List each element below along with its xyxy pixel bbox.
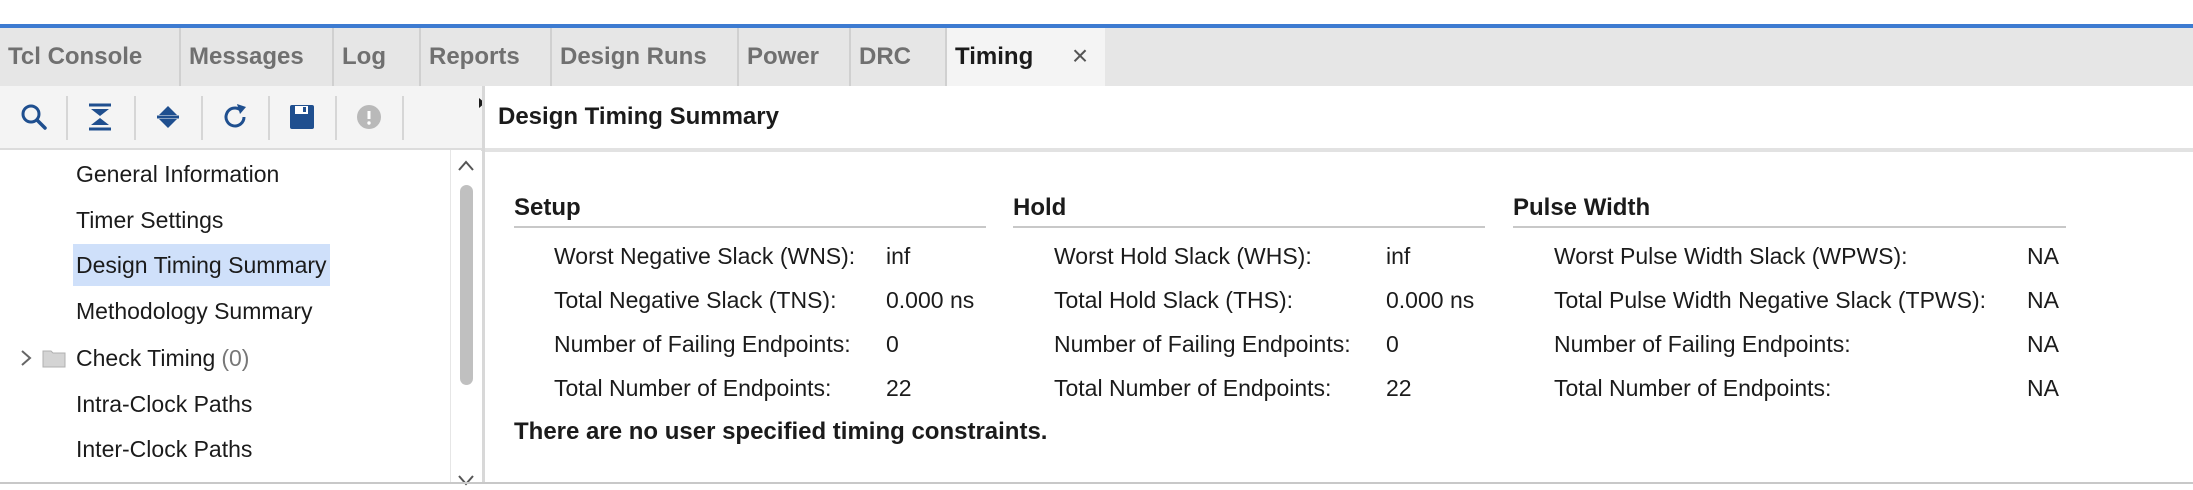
pulse-failing-value[interactable]: NA [2027, 331, 2059, 358]
tree-item-count: (0) [221, 344, 250, 371]
pulse-wpws-label: Worst Pulse Width Slack (WPWS): [1554, 243, 1908, 269]
hold-endpoints-value[interactable]: 22 [1386, 375, 1412, 402]
tree-item-methodology-summary[interactable]: Methodology Summary [73, 290, 316, 332]
stop-icon[interactable] [349, 97, 389, 137]
toolbar-separator [201, 96, 203, 140]
chevron-right-icon[interactable] [16, 348, 36, 368]
tree-item-label: Timer Settings [76, 206, 224, 233]
tab-label: DRC [859, 43, 911, 70]
tree-item-design-timing-summary[interactable]: Design Timing Summary [73, 244, 330, 286]
tab-design-runs[interactable]: Design Runs [552, 28, 739, 86]
tree-item-label: Inter-Clock Paths [76, 435, 253, 462]
tree-item-inter-clock-paths[interactable]: Inter-Clock Paths [73, 428, 255, 470]
collapse-all-icon[interactable] [80, 97, 120, 137]
timing-constraints-note: There are no user specified timing const… [514, 418, 1048, 445]
setup-tns-value[interactable]: 0.000 ns [886, 287, 974, 314]
tree-item-label: General Information [76, 160, 280, 187]
tab-label: Reports [429, 43, 520, 70]
tree-item-timer-settings[interactable]: Timer Settings [73, 199, 226, 241]
toolbar-separator [66, 96, 68, 140]
tab-timing[interactable]: Timing × [947, 28, 1105, 86]
hold-failing-label: Number of Failing Endpoints: [1054, 331, 1351, 357]
hold-endpoints-label: Total Number of Endpoints: [1054, 375, 1332, 401]
toolbar-separator [402, 96, 404, 140]
search-icon[interactable] [14, 97, 54, 137]
setup-failing-value[interactable]: 0 [886, 331, 899, 358]
tab-label: Messages [189, 43, 304, 70]
setup-tns-label: Total Negative Slack (TNS): [554, 287, 837, 313]
folder-icon [42, 350, 66, 368]
hold-ths-label: Total Hold Slack (THS): [1054, 287, 1294, 313]
save-icon[interactable] [282, 97, 322, 137]
tab-label: Timing [955, 43, 1034, 70]
tree-item-label: Design Timing Summary [76, 251, 327, 278]
tree-item-label: Intra-Clock Paths [76, 390, 253, 417]
timing-report-tree: General Information Timer Settings Desig… [0, 150, 450, 484]
report-header: Design Timing Summary [485, 86, 2193, 152]
tab-label: Tcl Console [8, 43, 143, 70]
tab-reports[interactable]: Reports [421, 28, 552, 86]
setup-section-title: Setup [514, 194, 581, 221]
page-title: Design Timing Summary [498, 103, 779, 130]
setup-endpoints-value[interactable]: 22 [886, 375, 912, 402]
tab-power[interactable]: Power [739, 28, 851, 86]
pulse-endpoints-value[interactable]: NA [2027, 375, 2059, 402]
tab-label: Design Runs [560, 43, 707, 70]
hold-whs-label: Worst Hold Slack (WHS): [1054, 243, 1312, 269]
tree-item-label: Methodology Summary [76, 297, 313, 324]
chevron-up-icon[interactable] [456, 156, 476, 176]
hold-failing-value[interactable]: 0 [1386, 331, 1399, 358]
pulse-tpws-value[interactable]: NA [2027, 287, 2059, 314]
hold-section-title: Hold [1013, 194, 1067, 221]
tree-item-label: Check Timing [76, 344, 216, 371]
tab-messages[interactable]: Messages [181, 28, 334, 86]
toolbar-separator [134, 96, 136, 140]
toolbar-separator [268, 96, 270, 140]
section-divider [1013, 226, 1485, 228]
tree-item-general-information[interactable]: General Information [73, 153, 282, 195]
tab-log[interactable]: Log [334, 28, 421, 86]
tab-label: Log [342, 43, 386, 70]
hold-ths-value[interactable]: 0.000 ns [1386, 287, 1474, 314]
tab-drc[interactable]: DRC [851, 28, 947, 86]
section-divider [1513, 226, 2066, 228]
setup-wns-value[interactable]: inf [886, 243, 910, 270]
tab-bar: Tcl Console Messages Log Reports Design … [0, 28, 2193, 86]
pulse-endpoints-label: Total Number of Endpoints: [1554, 375, 1832, 401]
section-divider [514, 226, 986, 228]
setup-wns-label: Worst Negative Slack (WNS): [554, 243, 856, 269]
chevron-down-icon[interactable] [456, 470, 476, 490]
pulse-tpws-label: Total Pulse Width Negative Slack (TPWS): [1554, 287, 1987, 313]
pulse-width-section-title: Pulse Width [1513, 194, 1651, 221]
setup-endpoints-label: Total Number of Endpoints: [554, 375, 832, 401]
hold-whs-value[interactable]: inf [1386, 243, 1410, 270]
tab-tcl-console[interactable]: Tcl Console [0, 28, 181, 86]
pulse-failing-label: Number of Failing Endpoints: [1554, 331, 1851, 357]
pulse-wpws-value[interactable]: NA [2027, 243, 2059, 270]
toolbar-separator [335, 96, 337, 140]
tree-item-intra-clock-paths[interactable]: Intra-Clock Paths [73, 383, 255, 425]
tree-scrollbar[interactable] [450, 150, 481, 486]
expand-all-icon[interactable] [148, 97, 188, 137]
close-icon[interactable]: × [1067, 42, 1093, 70]
tab-label: Power [747, 43, 820, 70]
setup-failing-label: Number of Failing Endpoints: [554, 331, 851, 357]
tree-item-check-timing[interactable]: Check Timing (0) [73, 337, 252, 379]
tree-toolbar [0, 86, 482, 151]
refresh-icon[interactable] [215, 97, 255, 137]
scrollbar-thumb[interactable] [460, 185, 473, 385]
